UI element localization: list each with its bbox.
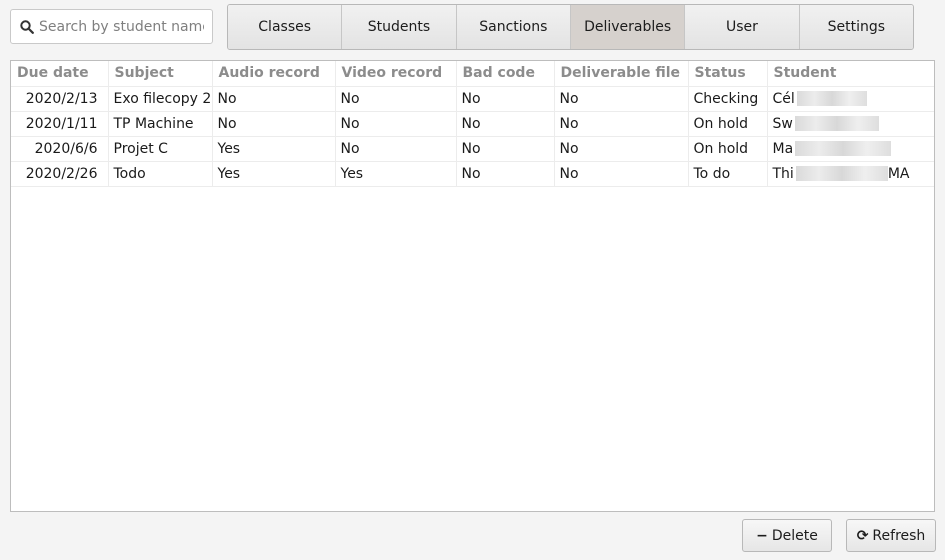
redacted-text bbox=[795, 166, 888, 181]
refresh-button[interactable]: ⟳ Refresh bbox=[846, 519, 936, 552]
bad-code-cell: No bbox=[456, 86, 555, 112]
video-record-cell: No bbox=[335, 111, 457, 137]
redacted-text bbox=[795, 141, 892, 156]
tab-settings[interactable]: Settings bbox=[799, 5, 913, 49]
status-cell: Checking bbox=[688, 86, 768, 112]
due-date-cell: 2020/2/13 bbox=[11, 86, 109, 112]
column-header-bad-code[interactable]: Bad code bbox=[456, 61, 555, 87]
student-name: Ma bbox=[772, 140, 794, 157]
minus-icon: − bbox=[756, 527, 768, 544]
video-record-cell: No bbox=[335, 136, 457, 162]
audio-record-cell: No bbox=[212, 86, 336, 112]
column-header-video-record[interactable]: Video record bbox=[335, 61, 457, 87]
column-header-subject[interactable]: Subject bbox=[108, 61, 213, 87]
audio-record-cell: Yes bbox=[212, 136, 336, 162]
deliverable-file-cell: No bbox=[554, 136, 689, 162]
tab-students[interactable]: Students bbox=[342, 5, 457, 49]
student-cell: Thi MA bbox=[767, 161, 934, 187]
student-cell: Sw bbox=[767, 111, 934, 137]
deliverable-file-cell: No bbox=[554, 161, 689, 187]
subject-cell: TP Machine bbox=[108, 111, 213, 137]
student-name-end: MA bbox=[887, 165, 910, 182]
student-cell: Ma bbox=[767, 136, 934, 162]
delete-button[interactable]: − Delete bbox=[742, 519, 832, 552]
tab-deliverables[interactable]: Deliverables bbox=[570, 5, 686, 49]
status-cell: To do bbox=[688, 161, 768, 187]
redacted-text bbox=[796, 91, 867, 106]
bad-code-cell: No bbox=[456, 111, 555, 137]
deliverable-file-cell: No bbox=[554, 111, 689, 137]
redacted-text bbox=[794, 116, 879, 131]
delete-label: Delete bbox=[771, 527, 818, 544]
audio-record-cell: Yes bbox=[212, 161, 336, 187]
table-row[interactable]: 2020/2/13 Exo filecopy 2 No No No No Che… bbox=[11, 86, 934, 112]
table-row[interactable]: 2020/2/26 Todo Yes Yes No No To do Thi MA bbox=[11, 161, 934, 187]
student-name: Cél bbox=[772, 90, 795, 107]
status-cell: On hold bbox=[688, 111, 768, 137]
search-input[interactable] bbox=[39, 18, 204, 35]
student-name: Thi bbox=[772, 165, 794, 182]
audio-record-cell: No bbox=[212, 111, 336, 137]
subject-cell: Todo bbox=[108, 161, 213, 187]
tab-sanctions[interactable]: Sanctions bbox=[456, 5, 571, 49]
column-header-due-date[interactable]: Due date bbox=[11, 61, 109, 87]
subject-cell: Exo filecopy 2 bbox=[108, 86, 213, 112]
refresh-label: Refresh bbox=[872, 527, 926, 544]
bad-code-cell: No bbox=[456, 161, 555, 187]
video-record-cell: No bbox=[335, 86, 457, 112]
search-icon bbox=[20, 19, 34, 34]
table-header-row: Due date Subject Audio record Video reco… bbox=[11, 61, 934, 87]
status-cell: On hold bbox=[688, 136, 768, 162]
video-record-cell: Yes bbox=[335, 161, 457, 187]
subject-cell: Projet C bbox=[108, 136, 213, 162]
table-row[interactable]: 2020/6/6 Projet C Yes No No No On hold M… bbox=[11, 136, 934, 162]
tab-classes[interactable]: Classes bbox=[228, 5, 343, 49]
tab-bar: Classes Students Sanctions Deliverables … bbox=[227, 4, 914, 50]
due-date-cell: 2020/6/6 bbox=[11, 136, 109, 162]
bad-code-cell: No bbox=[456, 136, 555, 162]
student-cell: Cél bbox=[767, 86, 934, 112]
column-header-status[interactable]: Status bbox=[688, 61, 768, 87]
refresh-icon: ⟳ bbox=[856, 527, 869, 544]
due-date-cell: 2020/2/26 bbox=[11, 161, 109, 187]
column-header-deliverable-file[interactable]: Deliverable file bbox=[554, 61, 689, 87]
deliverable-file-cell: No bbox=[554, 86, 689, 112]
column-header-student[interactable]: Student bbox=[767, 61, 934, 87]
tab-user[interactable]: User bbox=[685, 5, 800, 49]
search-box[interactable] bbox=[10, 9, 213, 44]
deliverables-table[interactable]: Due date Subject Audio record Video reco… bbox=[10, 60, 935, 512]
student-name: Sw bbox=[772, 115, 793, 132]
column-header-audio-record[interactable]: Audio record bbox=[212, 61, 336, 87]
table-row[interactable]: 2020/1/11 TP Machine No No No No On hold… bbox=[11, 111, 934, 137]
due-date-cell: 2020/1/11 bbox=[11, 111, 109, 137]
